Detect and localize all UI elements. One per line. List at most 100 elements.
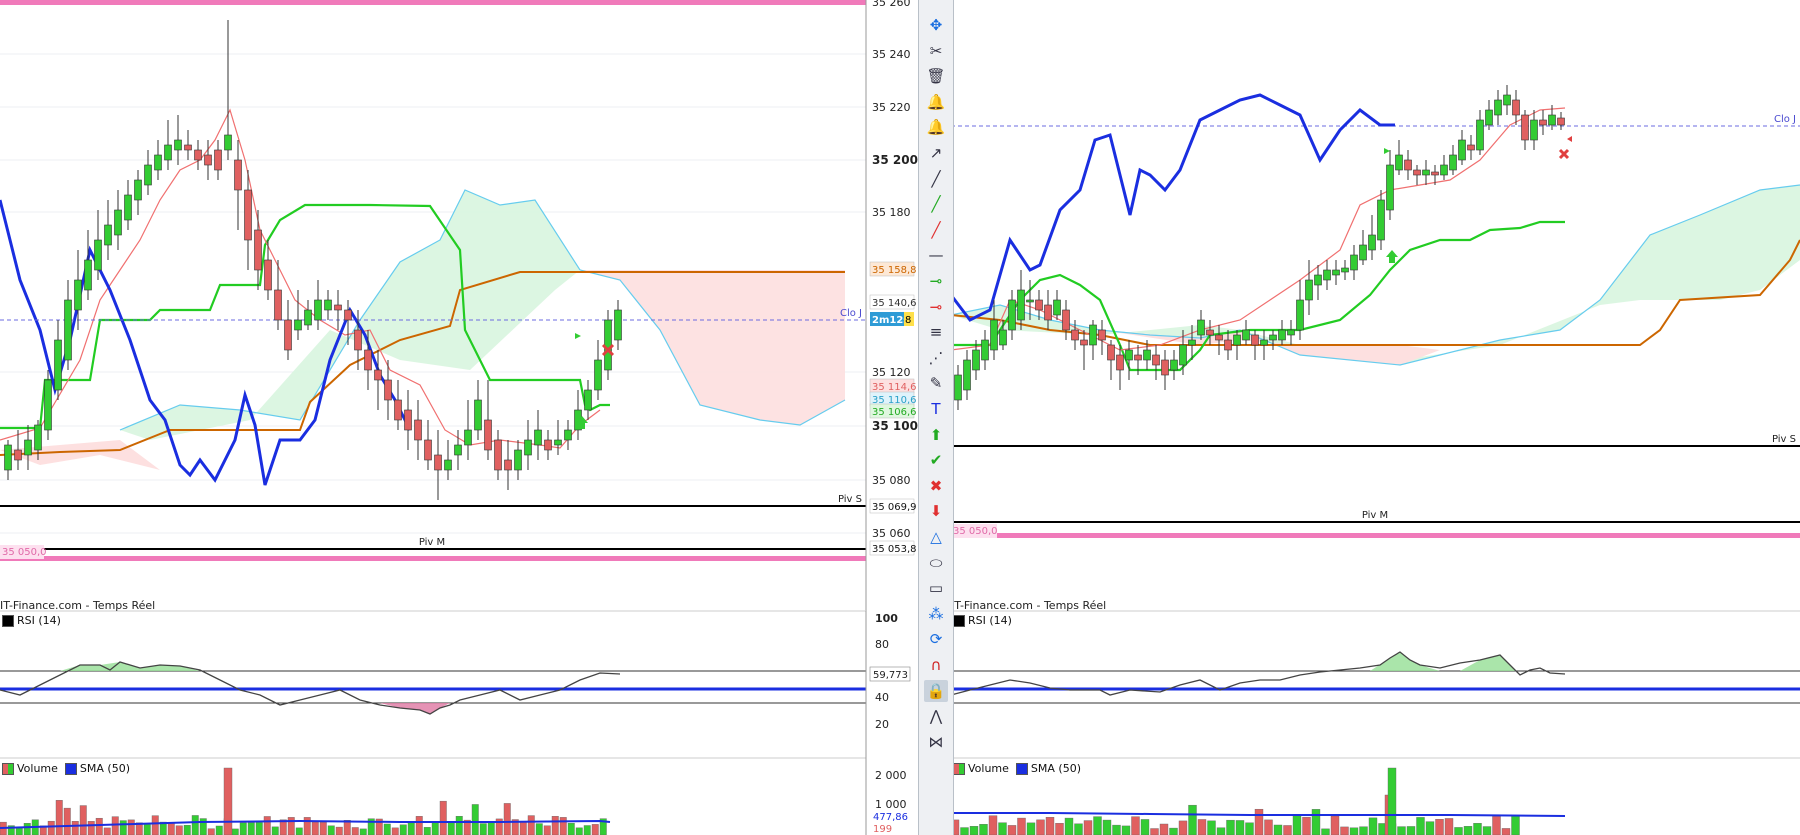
fan-tool[interactable]: ⋰ <box>924 347 948 369</box>
right-volume-bar <box>969 826 979 835</box>
left-volume-bar <box>319 821 327 835</box>
lock-icon: 🔒 <box>926 681 946 700</box>
ellipse-tool[interactable]: ⬭ <box>924 552 948 574</box>
points-tool[interactable]: ⁂ <box>924 603 948 625</box>
right-volume-bar <box>1292 815 1302 835</box>
left-candle-body <box>594 359 602 391</box>
fibo-tool[interactable]: ≡ <box>924 321 948 343</box>
right-candle-body <box>999 329 1007 346</box>
left-candle-body <box>484 419 492 451</box>
zigzag-icon: ⋀ <box>929 707 943 726</box>
right-clo-label: Clo J <box>1774 114 1796 125</box>
left-volume-bar <box>127 819 135 835</box>
left-candle-body <box>204 154 212 166</box>
red-ray-tool[interactable]: ⊸ <box>924 296 948 318</box>
up-arrow-tool[interactable]: ⬆ <box>924 424 948 446</box>
left-candle-body <box>434 454 442 471</box>
hline-icon: — <box>928 246 944 265</box>
left-price-tick: 35 220 <box>872 101 911 114</box>
right-candle-body <box>1035 299 1043 311</box>
right-volume-bar <box>1302 816 1311 835</box>
left-volume-bar <box>23 823 31 835</box>
right-volume-bar <box>1140 819 1150 835</box>
green-line-tool[interactable]: ╱ <box>924 193 948 215</box>
left-rsi-tick: 80 <box>875 638 889 651</box>
right-volume-bar <box>1397 826 1406 835</box>
left-volume-bar <box>15 827 23 835</box>
cross-tool[interactable]: ✖ <box>924 475 948 497</box>
magnet-icon: ∩ <box>930 656 942 674</box>
right-candle-body <box>1377 199 1385 241</box>
right-rsi-legend[interactable]: RSI (14) <box>953 614 1012 627</box>
left-candle-body <box>524 439 532 456</box>
rect-tool[interactable]: ▭ <box>924 577 948 599</box>
text-tool[interactable]: T <box>924 398 948 420</box>
right-candle-body <box>1395 154 1403 171</box>
left-volume-bar <box>231 828 239 835</box>
left-candle-body <box>74 279 82 311</box>
left-volume-bar <box>439 800 447 835</box>
pattern-tool[interactable]: ⋈ <box>924 731 948 753</box>
move-tool[interactable]: ✥ <box>924 14 948 36</box>
right-volume-bar <box>1178 820 1188 835</box>
rotate-tool[interactable]: ⟳ <box>924 628 948 650</box>
arrow-line-tool[interactable]: ↗ <box>924 142 948 164</box>
right-candle-body <box>1215 334 1223 341</box>
right-candle-body <box>1431 171 1439 176</box>
right-rsi-label: RSI (14) <box>968 614 1012 627</box>
right-volume-bar <box>1416 817 1425 835</box>
left-candle-body <box>474 399 482 431</box>
right-candle-body <box>1422 169 1430 176</box>
right-volume-bar <box>1017 817 1026 835</box>
fan-icon: ⋰ <box>928 348 944 367</box>
right-candle-body <box>1458 139 1466 161</box>
chart-canvas[interactable]: 35 260 35 240 35 220 35 200 35 180 35 120 35 1… <box>0 0 1800 835</box>
right-candle-body <box>1224 339 1232 351</box>
trash-tool[interactable]: 🗑 <box>924 65 948 87</box>
right-red-flag-icon <box>1567 136 1572 142</box>
left-timer-badge-digit: 8 <box>905 315 911 326</box>
down-arrow-tool[interactable]: ⬇ <box>924 500 948 522</box>
left-volume-bar <box>63 807 71 835</box>
left-volume-legend[interactable]: Volume SMA (50) <box>2 762 130 775</box>
left-volume-bar <box>87 821 95 835</box>
green-ray-tool[interactable]: ⊸ <box>924 270 948 292</box>
pen-tool[interactable]: ✎ <box>924 372 948 394</box>
zigzag-tool[interactable]: ⋀ <box>924 705 948 727</box>
pen-icon: ✎ <box>929 374 943 393</box>
right-candle-body <box>1125 349 1133 361</box>
triangle-tool[interactable]: △ <box>924 526 948 548</box>
move-icon: ✥ <box>929 16 943 34</box>
right-volume-bar <box>1045 817 1055 835</box>
check-tool[interactable]: ✔ <box>924 449 948 471</box>
alert2-icon: 🔔 <box>926 118 946 137</box>
right-volume-bar <box>1036 819 1045 835</box>
left-candle-body <box>534 429 542 446</box>
left-candle-body <box>554 439 562 446</box>
alert-tool[interactable]: 🔔 <box>924 91 948 113</box>
right-volume-bar <box>1283 825 1292 835</box>
right-volume-bar <box>1083 820 1093 835</box>
left-rsi-legend[interactable]: RSI (14) <box>2 614 61 627</box>
left-candle-body <box>174 139 182 151</box>
scissors-tool[interactable]: ✂ <box>924 40 948 62</box>
right-volume-bar <box>1454 827 1463 835</box>
hline-tool[interactable]: — <box>924 244 948 266</box>
left-candle-body <box>4 444 12 471</box>
right-volume-bar <box>1311 809 1321 835</box>
sma-swatch <box>64 762 77 775</box>
magnet-tool[interactable]: ∩ <box>924 654 948 676</box>
left-rsi-tick: 40 <box>875 691 889 704</box>
right-candle-body <box>1359 244 1367 261</box>
lock-tool[interactable]: 🔒 <box>924 679 948 702</box>
left-volume-bar <box>487 821 495 835</box>
alert2-tool[interactable]: 🔔 <box>924 116 948 138</box>
left-candle-body <box>414 419 422 441</box>
right-volume-bar <box>1007 825 1017 835</box>
scissors-icon: ✂ <box>929 41 943 60</box>
red-line-tool[interactable]: ╱ <box>924 219 948 241</box>
right-volume-legend[interactable]: Volume SMA (50) <box>953 762 1081 775</box>
line-tool[interactable]: ╱ <box>924 168 948 190</box>
trading-workspace: 35 260 35 240 35 220 35 200 35 180 35 120 35 1… <box>0 0 1800 835</box>
left-chart-header: IT-Finance.com - Temps Réel <box>0 599 156 612</box>
